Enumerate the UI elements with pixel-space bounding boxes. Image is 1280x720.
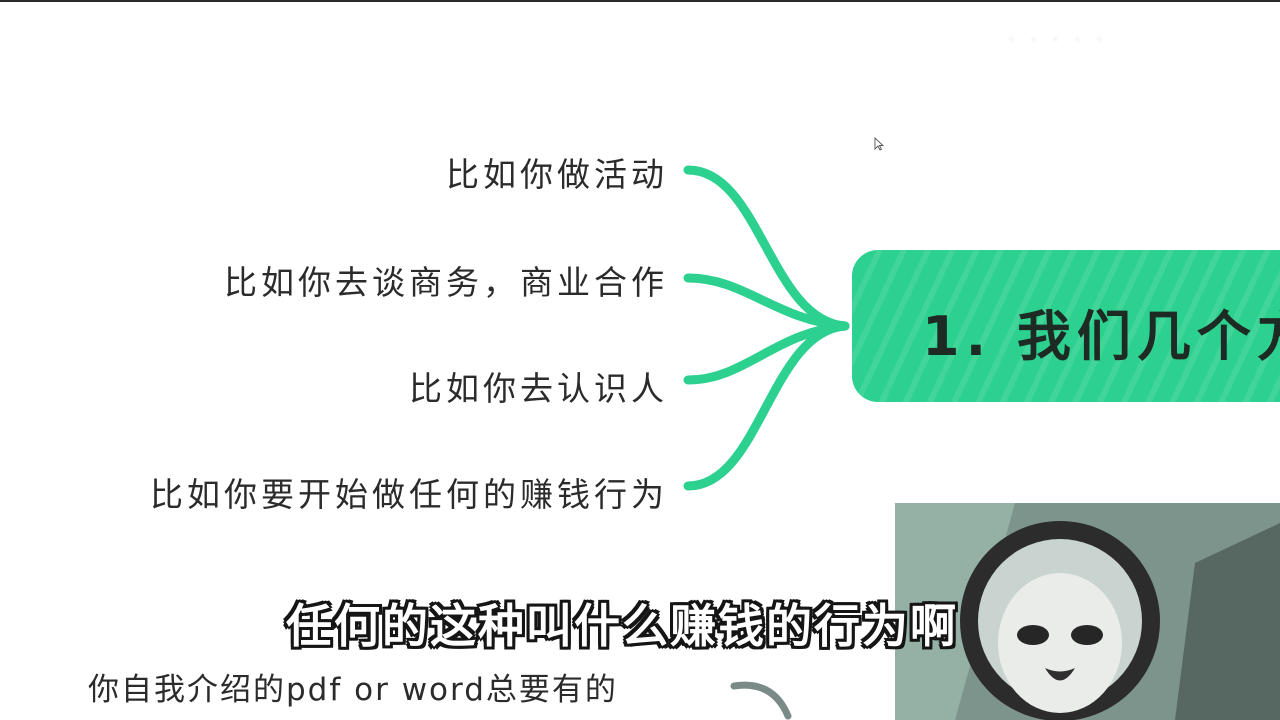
connector-branch-1 [683, 273, 850, 331]
face [998, 573, 1122, 713]
branch-label-meet-people: 比如你去认识人 [409, 369, 668, 408]
central-topic-title: 1. 我们几个方 [922, 305, 1280, 368]
branch-label-activities: 比如你做活动 [446, 155, 668, 194]
watermark: · · · · · [1008, 28, 1107, 53]
branch-label-business: 比如你去谈商务，商业合作 [224, 263, 668, 302]
connector-branch-3 [683, 321, 850, 491]
bottom-note-text: 你自我介绍的pdf or word总要有的 [88, 672, 618, 708]
connector-branch-0 [683, 165, 850, 331]
video-subtitle: 任何的这种叫什么赚钱的行为啊 [286, 599, 958, 653]
partial-connector-curve [730, 681, 792, 720]
central-topic-node: 1. 我们几个方 [852, 250, 1280, 402]
connector-branch-2 [683, 321, 850, 385]
mouse-pointer-icon [874, 137, 884, 151]
branch-label-money-making: 比如你要开始做任何的赚钱行为 [150, 475, 668, 514]
top-divider [0, 0, 1280, 2]
